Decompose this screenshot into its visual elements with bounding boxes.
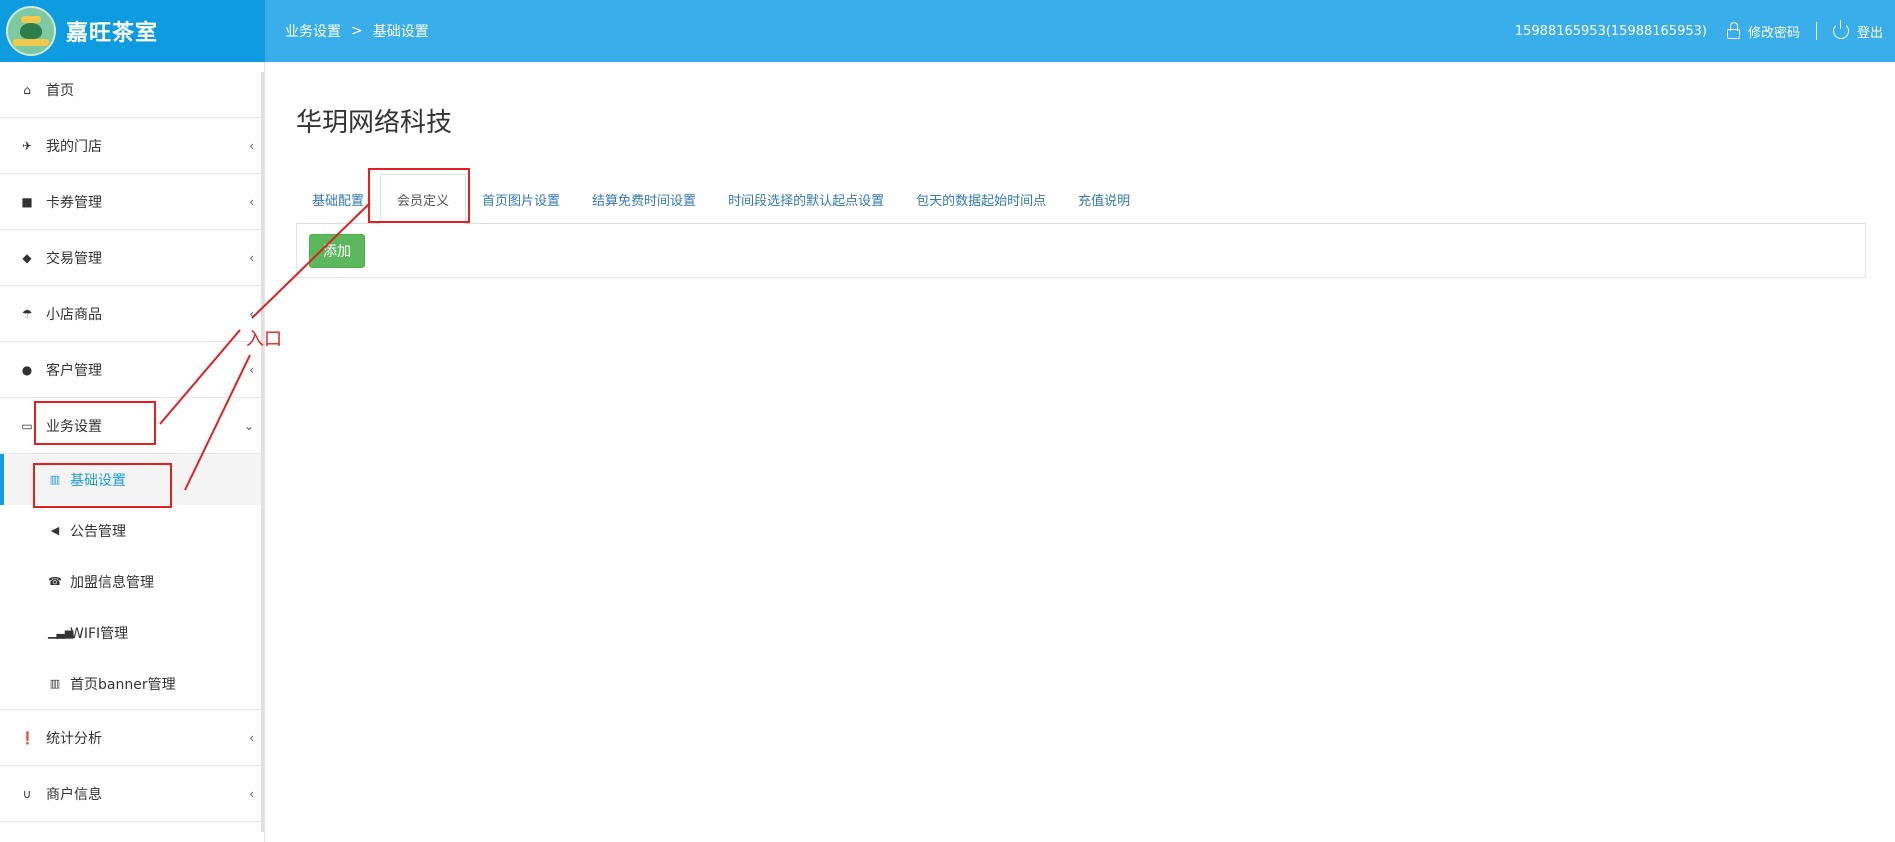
chevron-left-icon: ‹ [249, 730, 254, 745]
inbox-icon: ▭ [21, 418, 33, 433]
brand-area: 嘉旺茶室 [0, 0, 265, 62]
change-password-link[interactable]: 修改密码 [1726, 22, 1800, 41]
main-content: 华玥网络科技 基础配置 会员定义 首页图片设置 结算免费时间设置 时间段选择的默… [265, 62, 1895, 842]
umbrella-icon: ☂ [21, 306, 33, 321]
annotation-box-submenu [33, 463, 172, 508]
change-password-label: 修改密码 [1747, 25, 1800, 41]
sidebar-subitem-franchise-info[interactable]: ☎ 加盟信息管理 [0, 556, 264, 607]
sidebar-subitem-label: 加盟信息管理 [70, 574, 154, 591]
sidebar-item-label: 首页 [46, 82, 74, 99]
sidebar-item-transactions[interactable]: ◆ 交易管理 ‹ [0, 230, 264, 286]
bar-chart-icon: ▁▃▅ [48, 626, 74, 639]
sidebar-item-label: 统计分析 [46, 730, 102, 747]
sidebar-subitem-announcements[interactable]: ◀ 公告管理 [0, 505, 264, 556]
tab-day-pass-start-time[interactable]: 包天的数据起始时间点 [900, 174, 1062, 224]
annotation-label: 入口 [246, 329, 282, 350]
sidebar-item-statistics[interactable]: ❗ 统计分析 ‹ [0, 710, 264, 766]
sidebar-subitem-label: 公告管理 [70, 523, 126, 540]
sidebar-item-label: 我的门店 [46, 138, 102, 155]
sidebar-item-home[interactable]: ⌂ 首页 [0, 62, 264, 118]
brand-name: 嘉旺茶室 [66, 21, 159, 46]
settings-tabs: 基础配置 会员定义 首页图片设置 结算免费时间设置 时间段选择的默认起点设置 包… [296, 174, 1866, 224]
chevron-left-icon: ‹ [249, 250, 254, 265]
sidebar-scrollbar[interactable] [261, 72, 264, 832]
power-icon [1832, 20, 1849, 39]
sidebar-item-my-store[interactable]: ✈ 我的门店 ‹ [0, 118, 264, 174]
sidebar-item-label: 卡券管理 [46, 194, 102, 211]
tab-homepage-images[interactable]: 首页图片设置 [466, 174, 576, 224]
chevron-left-icon: ‹ [249, 194, 254, 209]
sidebar-item-label: 小店商品 [46, 306, 102, 323]
chevron-down-icon: ⌄ [243, 418, 254, 433]
tags-icon: ◆ [22, 250, 32, 265]
sidebar-subitem-label: WIFI管理 [70, 625, 129, 642]
annotation-box-tab [368, 168, 470, 223]
home-icon: ⌂ [23, 82, 31, 97]
header-divider [1815, 22, 1817, 40]
tab-default-start-time[interactable]: 时间段选择的默认起点设置 [712, 174, 900, 224]
top-bar: 业务设置 > 基础设置 15988165953(15988165953) 修改密… [265, 0, 1895, 62]
account-label: 15988165953(15988165953) [1514, 23, 1707, 39]
tab-recharge-instructions[interactable]: 充值说明 [1062, 174, 1146, 224]
logout-label: 登出 [1856, 25, 1883, 41]
breadcrumb-parent[interactable]: 业务设置 [285, 21, 341, 41]
magnet-icon: ∪ [22, 786, 32, 801]
exclamation-icon: ❗ [20, 730, 35, 745]
tab-panel: 添加 [296, 222, 1866, 278]
chevron-left-icon: ‹ [249, 306, 254, 321]
annotation-box-menu [34, 401, 156, 445]
sidebar-subitem-label: 首页banner管理 [70, 676, 176, 693]
sidebar-subitem-wifi[interactable]: ▁▃▅ WIFI管理 [0, 607, 264, 658]
phone-icon: ☎ [48, 575, 62, 588]
user-icon: ● [21, 362, 33, 377]
sidebar-subitem-homepage-banner[interactable]: ▥ 首页banner管理 [0, 658, 264, 709]
chevron-left-icon: ‹ [249, 362, 254, 377]
barcode-icon: ▥ [49, 677, 61, 690]
breadcrumb-current: 基础设置 [372, 24, 429, 40]
logo [6, 6, 56, 56]
folder-icon: ■ [21, 194, 33, 209]
logout-link[interactable]: 登出 [1832, 20, 1883, 41]
lock-icon [1726, 22, 1740, 39]
sidebar-item-cards[interactable]: ■ 卡券管理 ‹ [0, 174, 264, 230]
page-title: 华玥网络科技 [296, 108, 453, 138]
add-button[interactable]: 添加 [309, 234, 365, 268]
tab-free-settlement-time[interactable]: 结算免费时间设置 [576, 174, 712, 224]
plane-icon: ✈ [21, 138, 33, 153]
breadcrumb-separator: > [351, 23, 363, 39]
sidebar-item-label: 交易管理 [46, 250, 102, 267]
sidebar-item-merchant-info[interactable]: ∪ 商户信息 ‹ [0, 766, 264, 822]
breadcrumb: 业务设置 > 基础设置 [285, 21, 429, 41]
chevron-left-icon: ‹ [249, 138, 254, 153]
volume-icon: ◀ [50, 524, 60, 537]
sidebar-item-label: 客户管理 [46, 362, 102, 379]
sidebar: ⌂ 首页 ✈ 我的门店 ‹ ■ 卡券管理 ‹ ◆ 交易管理 ‹ ☂ 小店商品 ‹… [0, 62, 265, 842]
chevron-left-icon: ‹ [249, 786, 254, 801]
sidebar-item-label: 商户信息 [46, 786, 102, 803]
sidebar-item-customers[interactable]: ● 客户管理 ‹ [0, 342, 264, 398]
sidebar-item-shop-goods[interactable]: ☂ 小店商品 ‹ [0, 286, 264, 342]
